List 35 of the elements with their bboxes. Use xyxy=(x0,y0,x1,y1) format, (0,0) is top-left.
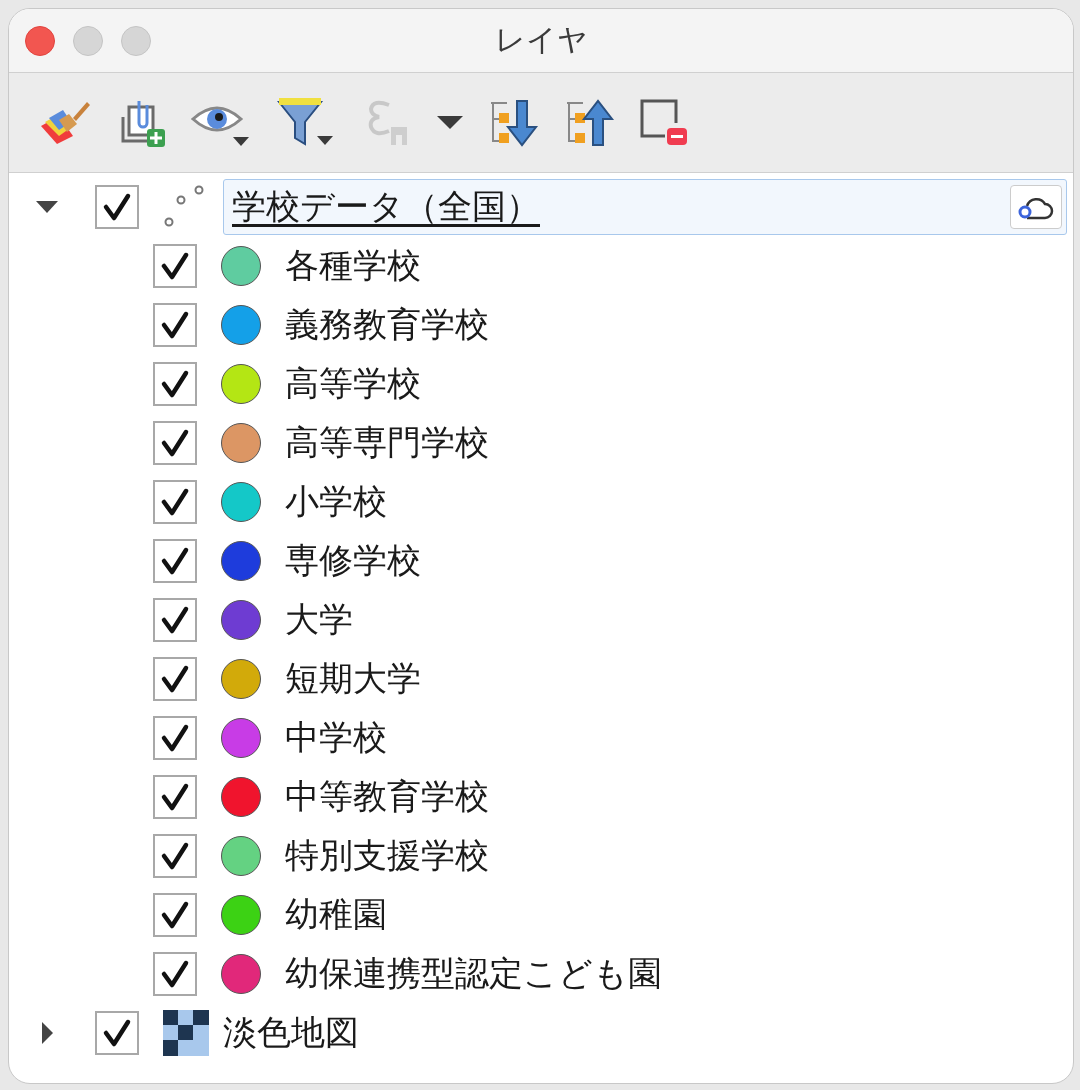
remove-layer-icon[interactable] xyxy=(639,97,689,148)
category-label[interactable]: 幼保連携型認定こども園 xyxy=(285,950,662,997)
raster-layer-icon xyxy=(163,1009,209,1056)
checkbox[interactable] xyxy=(95,1010,139,1055)
checkbox[interactable] xyxy=(153,420,197,465)
category-label[interactable]: 専修学校 xyxy=(285,537,421,584)
category-label[interactable]: 短期大学 xyxy=(285,655,421,702)
checkbox[interactable] xyxy=(153,892,197,937)
caret-icon[interactable] xyxy=(437,115,463,130)
checkbox[interactable] xyxy=(153,538,197,583)
category-label[interactable]: 大学 xyxy=(285,596,353,643)
checkbox[interactable] xyxy=(153,597,197,642)
layer-name-field[interactable]: 学校データ（全国） xyxy=(223,178,1067,235)
category-label[interactable]: 小学校 xyxy=(285,478,387,525)
category-label[interactable]: 義務教育学校 xyxy=(285,301,489,348)
checkbox[interactable] xyxy=(153,361,197,406)
checkbox[interactable] xyxy=(153,479,197,524)
window-title: レイヤ xyxy=(494,22,588,57)
checkbox[interactable] xyxy=(153,243,197,288)
checkbox[interactable] xyxy=(153,715,197,760)
checkbox[interactable] xyxy=(153,951,197,996)
checkbox[interactable] xyxy=(153,774,197,819)
category-label[interactable]: 高等専門学校 xyxy=(285,419,489,466)
close-button[interactable] xyxy=(25,25,55,56)
checkbox[interactable] xyxy=(153,302,197,347)
checkbox[interactable] xyxy=(153,833,197,878)
category-label[interactable]: 幼稚園 xyxy=(285,891,387,938)
category-label[interactable]: 特別支援学校 xyxy=(285,832,489,879)
category-label[interactable]: 高等学校 xyxy=(285,360,421,407)
layer-name[interactable]: 淡色地図 xyxy=(223,1009,359,1056)
checkbox[interactable] xyxy=(153,656,197,701)
checkbox[interactable] xyxy=(95,184,139,229)
category-label[interactable]: 中学校 xyxy=(285,714,387,761)
category-label[interactable]: 各種学校 xyxy=(285,242,421,289)
category-label[interactable]: 中等教育学校 xyxy=(285,773,489,820)
